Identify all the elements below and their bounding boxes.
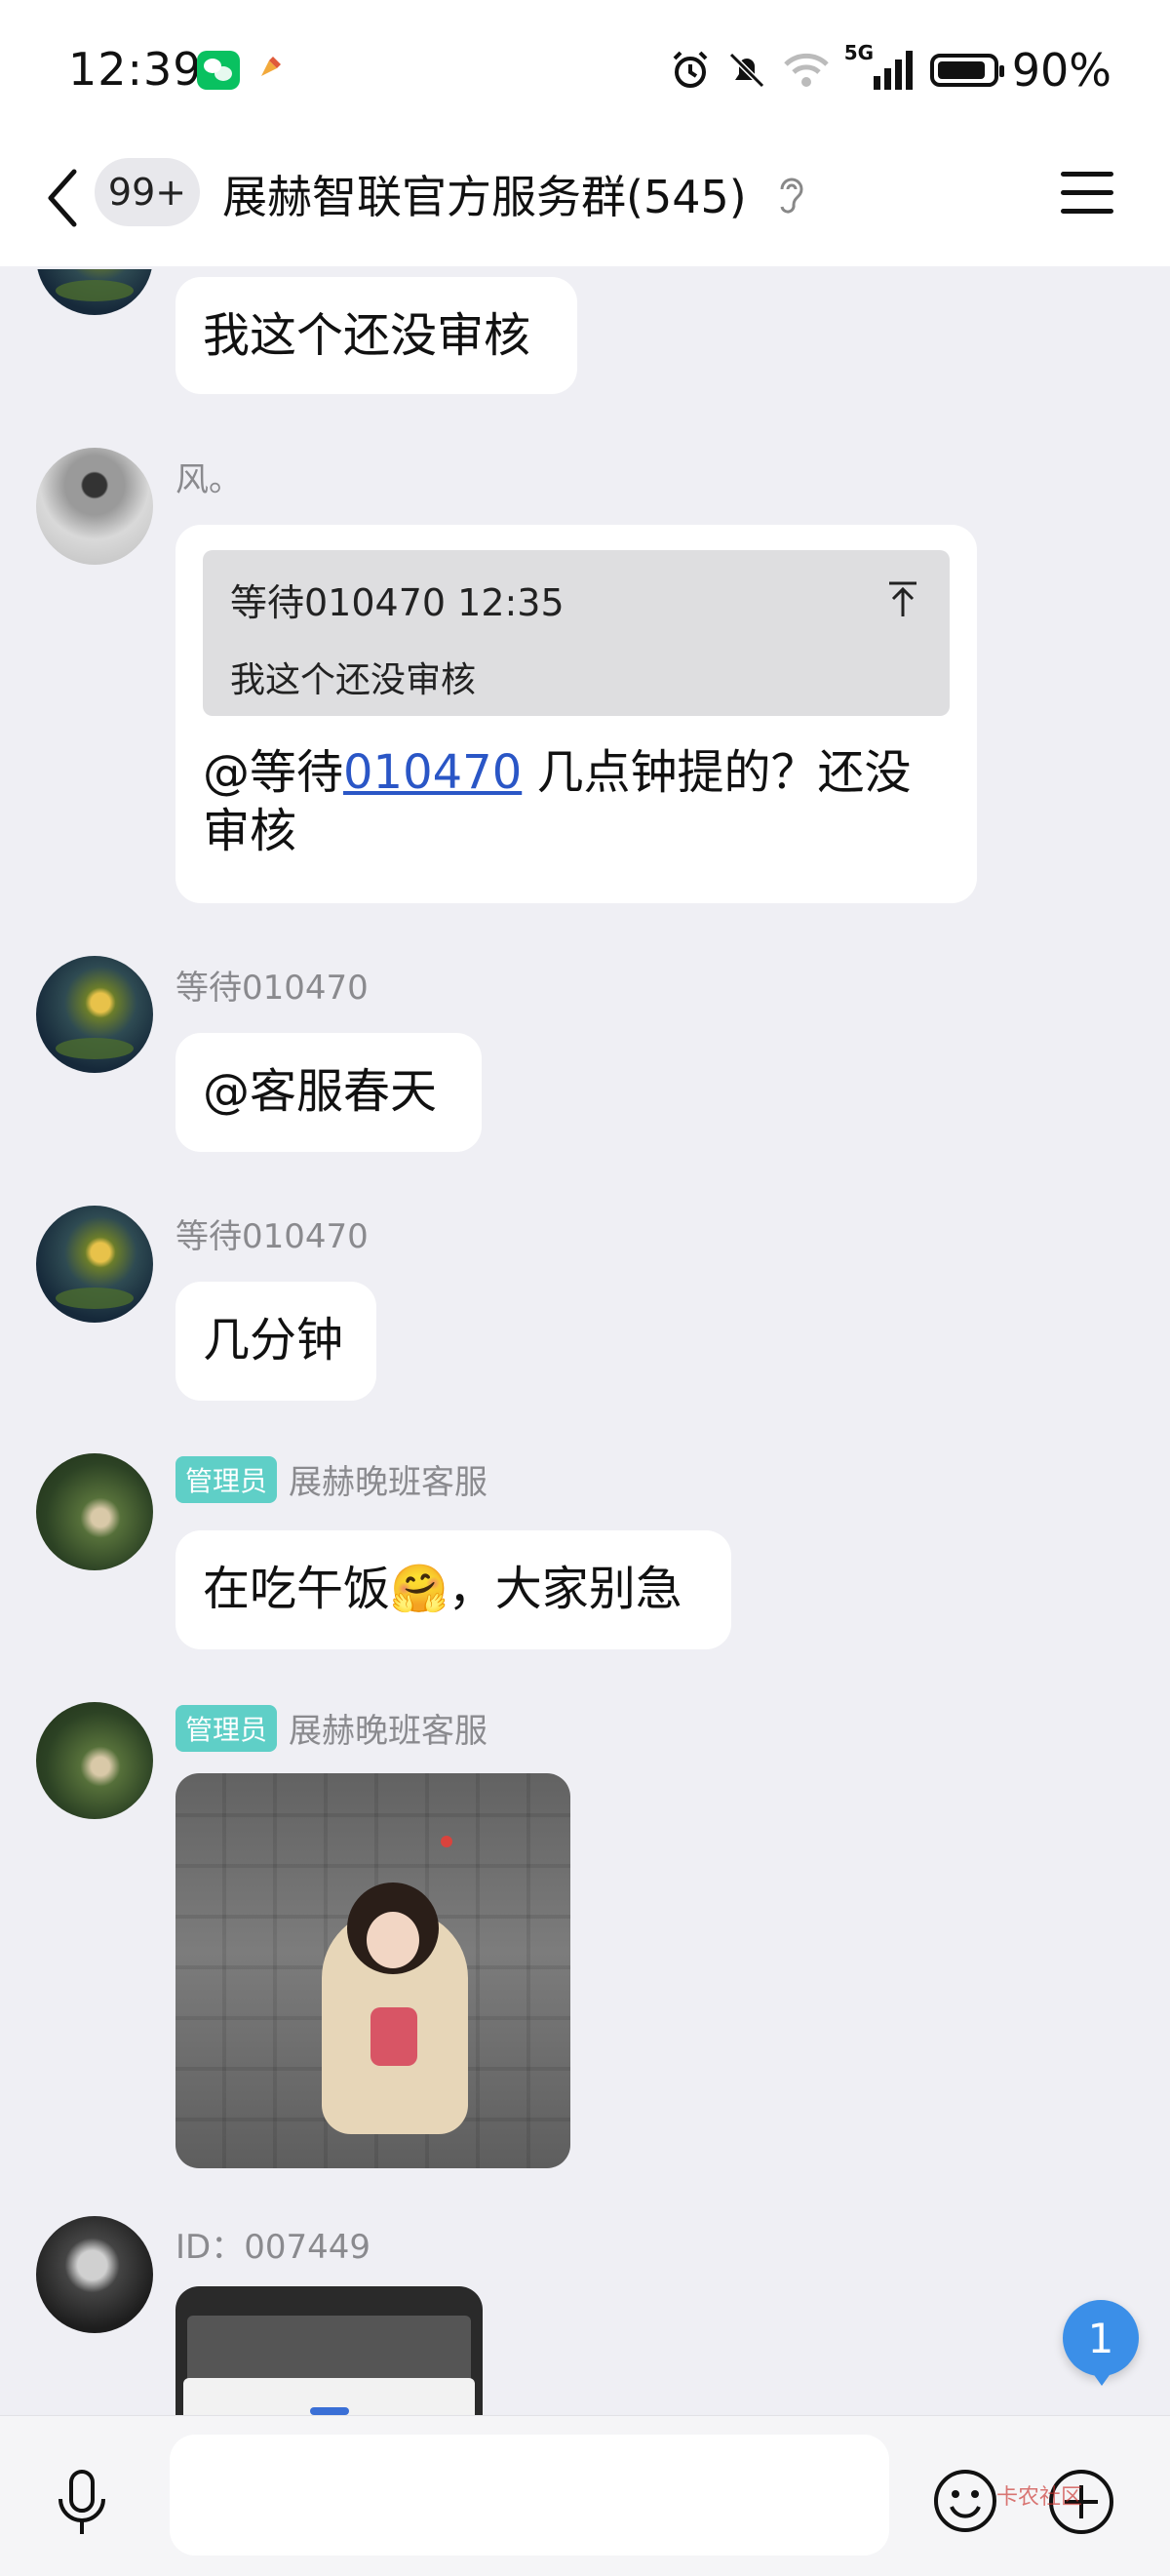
screenshot-image-message[interactable] [176,2286,483,2415]
sender-name: 风。 [176,460,242,499]
new-message-count-badge[interactable]: 1 [1063,2300,1139,2386]
sender-name: ID：007449 [176,2228,370,2267]
watermark: 卡农社区 [996,2485,1083,2510]
mute-bell-icon [728,52,764,89]
sender-avatar[interactable] [36,956,153,1073]
mention-link[interactable]: 010470 [343,745,522,800]
message-text: @客服春天 [203,1064,438,1119]
sender-name: 展赫晚班客服 [289,1463,488,1502]
status-icons: 5G 90% [669,41,1112,98]
battery-percentage: 90% [1011,44,1112,97]
alarm-icon [673,51,708,88]
sender-name: 等待010470 [176,1217,369,1256]
message-text: 审核 [203,804,297,858]
message-text: 几分钟 [203,1313,344,1367]
sender-avatar[interactable] [36,1206,153,1323]
sender-avatar[interactable] [36,1702,153,1819]
group-title[interactable]: 展赫智联官方服务群(545) [222,162,747,226]
sender-row: 管理员 展赫晚班客服 [176,1704,488,1752]
flower-detail [441,1836,452,1847]
sender-avatar[interactable] [36,448,153,565]
quoted-text: 我这个还没审核 [230,660,477,700]
message-text: 几点钟提的？还没 [522,745,912,800]
sender-avatar[interactable] [36,1453,153,1570]
quoted-sender: 等待010470 12:35 [230,581,565,624]
message-input[interactable] [170,2435,889,2556]
message-bubble[interactable]: 在吃午饭🤗，大家别急 [176,1530,731,1649]
cellular-signal-icon: 5G [844,41,916,94]
message-text: 在吃午饭🤗，大家别急 [203,1562,682,1616]
message-bubble[interactable]: @客服春天 [176,1033,482,1152]
message-text: @等待 [203,745,344,800]
battery-icon [929,54,1004,87]
ear-mode-icon [780,178,803,214]
quoted-message[interactable]: 等待010470 12:35 我这个还没审核 [203,550,950,716]
admin-badge: 管理员 [176,1704,278,1752]
admin-badge: 管理员 [176,1455,278,1503]
wifi-icon [784,53,829,87]
back-arrow-icon[interactable] [41,164,84,232]
unread-count-pill[interactable]: 99+ [95,158,200,226]
sender-name: 展赫晚班客服 [289,1712,488,1751]
menu-icon[interactable] [1061,172,1113,215]
message-bubble[interactable]: 我这个还没审核 [176,277,577,394]
pin-notification-icon [261,57,281,76]
status-time: 12:39 [68,43,203,96]
sender-name: 等待010470 [176,969,369,1008]
sender-avatar[interactable] [36,2216,153,2333]
wechat-notification-icon [197,51,240,90]
message-bubble[interactable]: 几分钟 [176,1282,376,1401]
message-bubble-with-quote[interactable]: 等待010470 12:35 我这个还没审核 @等待010470 几点钟提的？还… [176,525,977,903]
message-text: 我这个还没审核 [203,308,531,363]
emoji-icon[interactable] [932,2468,998,2534]
microphone-icon[interactable] [55,2468,109,2540]
image-message[interactable] [176,1773,570,2168]
jump-to-original-icon[interactable] [885,579,920,618]
sender-row: 管理员 展赫晚班客服 [176,1455,488,1503]
